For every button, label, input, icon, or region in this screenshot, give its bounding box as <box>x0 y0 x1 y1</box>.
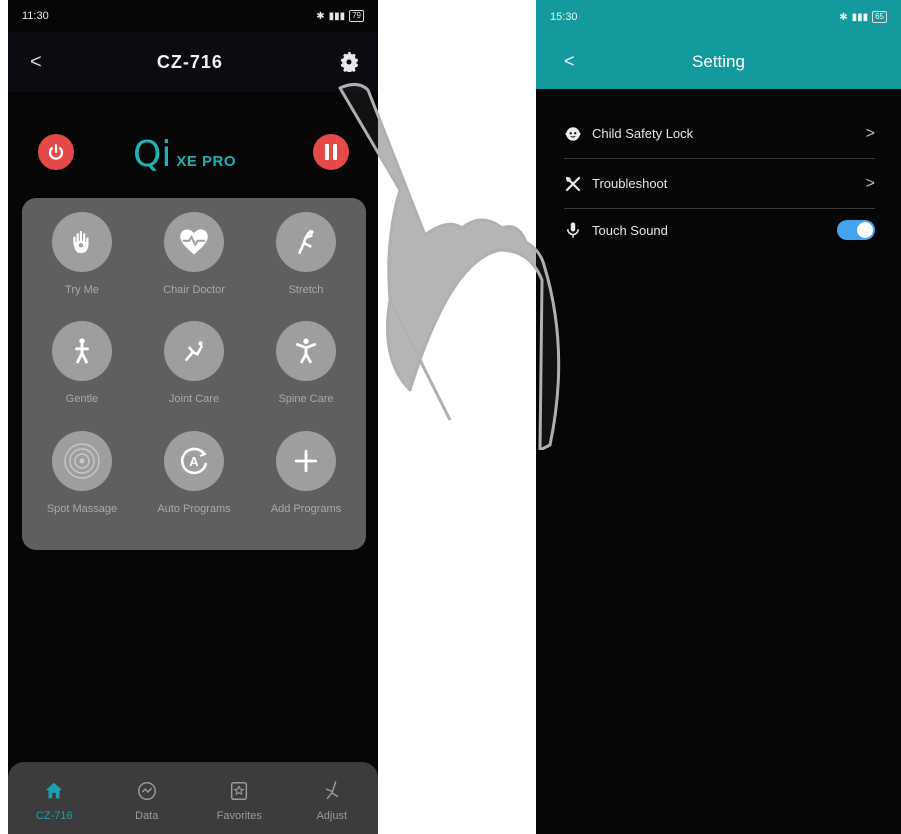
bottom-navigation: CZ-716 Data Favorites Adjust <box>8 762 378 834</box>
status-bar: 15:30 ✱ ▮▮▮ 65 <box>536 0 901 34</box>
top-app-bar: < Setting <box>536 34 901 89</box>
program-try-me[interactable]: Try Me <box>26 212 138 321</box>
top-app-bar: < CZ-716 <box>8 32 378 92</box>
program-chair-doctor[interactable]: Chair Doctor <box>138 212 250 321</box>
program-label: Chair Doctor <box>163 284 225 296</box>
program-label: Gentle <box>65 393 99 406</box>
program-spot-massage[interactable]: Spot Massage <box>26 430 138 540</box>
gentle-figure-icon <box>52 321 112 382</box>
signal-icon: ▮▮▮ <box>851 11 869 23</box>
screenshot-canvas: 11:30 ✱ ▮▮▮ 79 < CZ-716 Qi XE PRO Try Me… <box>0 0 901 834</box>
spine-care-icon <box>276 321 336 382</box>
setting-label: Touch Sound <box>592 222 668 238</box>
bluetooth-icon: ✱ <box>839 11 848 23</box>
right-phone-screen: 15:30 ✱ ▮▮▮ 65 < Setting Child Safety Lo… <box>536 0 901 834</box>
program-joint-care[interactable]: Joint Care <box>138 321 250 430</box>
status-icons: ✱ ▮▮▮ 79 <box>316 10 364 22</box>
brand-row: Qi XE PRO <box>8 130 378 180</box>
status-time: 15:30 <box>550 11 578 23</box>
pause-icon <box>325 144 337 160</box>
favorites-icon <box>231 782 248 800</box>
signal-icon: ▮▮▮ <box>328 10 346 22</box>
settings-header: 15:30 ✱ ▮▮▮ 65 < Setting <box>536 0 901 89</box>
target-icon <box>52 430 112 491</box>
joint-care-icon <box>164 321 224 382</box>
program-label: Stretch <box>288 284 324 296</box>
brand-logo: Qi XE PRO <box>133 134 236 175</box>
program-add-programs[interactable]: Add Programs <box>250 430 362 540</box>
nav-label: Favorites <box>216 810 262 822</box>
status-time: 11:30 <box>22 10 49 22</box>
setting-child-safety-lock[interactable]: Child Safety Lock > <box>564 109 875 159</box>
nav-label: Data <box>135 810 159 822</box>
program-label: Try Me <box>65 284 99 296</box>
program-label: Joint Care <box>168 393 220 406</box>
device-title: CZ-716 <box>156 51 223 72</box>
setting-left: Child Safety Lock <box>564 125 693 143</box>
settings-gear-icon[interactable] <box>338 51 360 73</box>
program-label: Spot Massage <box>46 502 118 515</box>
program-label: Spine Care <box>278 393 334 406</box>
stretch-icon <box>276 212 336 272</box>
back-button[interactable]: < <box>30 51 42 74</box>
back-button[interactable]: < <box>564 51 575 72</box>
nav-label: Adjust <box>316 810 348 822</box>
toggle-knob <box>857 222 873 238</box>
plus-icon <box>276 430 336 491</box>
program-gentle[interactable]: Gentle <box>26 321 138 430</box>
logo-mark: Qi <box>133 134 172 175</box>
power-icon <box>48 144 64 160</box>
setting-left: Touch Sound <box>564 221 668 239</box>
program-spine-care[interactable]: Spine Care <box>250 321 362 430</box>
setting-label: Child Safety Lock <box>592 126 694 141</box>
nav-item-data[interactable]: Data <box>107 780 187 822</box>
program-grid: Try Me Chair Doctor Stretch Gentle Joint… <box>22 198 366 550</box>
page-title: Setting <box>692 51 745 71</box>
nav-item-home[interactable]: CZ-716 <box>14 780 94 822</box>
battery-icon: 65 <box>872 11 887 23</box>
setting-left: Troubleshoot <box>564 175 667 193</box>
auto-a-icon: A <box>164 430 224 491</box>
setting-label: Troubleshoot <box>592 176 668 191</box>
setting-touch-sound: Touch Sound <box>564 209 875 251</box>
nav-item-adjust[interactable]: Adjust <box>292 780 372 822</box>
chevron-right-icon: > <box>865 124 875 142</box>
home-icon <box>46 782 63 799</box>
touch-sound-toggle[interactable] <box>837 220 875 240</box>
status-icons: ✱ ▮▮▮ 65 <box>839 11 887 23</box>
data-icon <box>137 782 156 800</box>
bluetooth-icon: ✱ <box>316 10 325 22</box>
program-label: Auto Programs <box>157 502 231 515</box>
pause-button[interactable] <box>313 134 349 170</box>
program-auto-programs[interactable]: A Auto Programs <box>138 430 250 540</box>
power-button[interactable] <box>38 134 74 170</box>
chevron-right-icon: > <box>865 174 875 192</box>
hand-icon <box>52 212 112 272</box>
battery-icon: 79 <box>349 10 364 22</box>
program-stretch[interactable]: Stretch <box>250 212 362 321</box>
chair-adjust-icon <box>325 781 338 800</box>
setting-troubleshoot[interactable]: Troubleshoot > <box>564 159 875 209</box>
nav-item-favorites[interactable]: Favorites <box>199 780 279 822</box>
microphone-icon <box>567 222 579 238</box>
left-phone-screen: 11:30 ✱ ▮▮▮ 79 < CZ-716 Qi XE PRO Try Me… <box>8 0 378 834</box>
heart-pulse-icon <box>164 212 224 272</box>
settings-list: Child Safety Lock > Troubleshoot > Touch… <box>536 109 901 251</box>
nav-label: CZ-716 <box>35 810 73 822</box>
status-bar: 11:30 ✱ ▮▮▮ 79 <box>8 0 378 32</box>
tools-icon <box>565 176 581 191</box>
svg-text:A: A <box>189 454 199 469</box>
child-lock-icon <box>565 126 581 141</box>
logo-text: XE PRO <box>176 153 237 170</box>
program-label: Add Programs <box>270 502 342 515</box>
